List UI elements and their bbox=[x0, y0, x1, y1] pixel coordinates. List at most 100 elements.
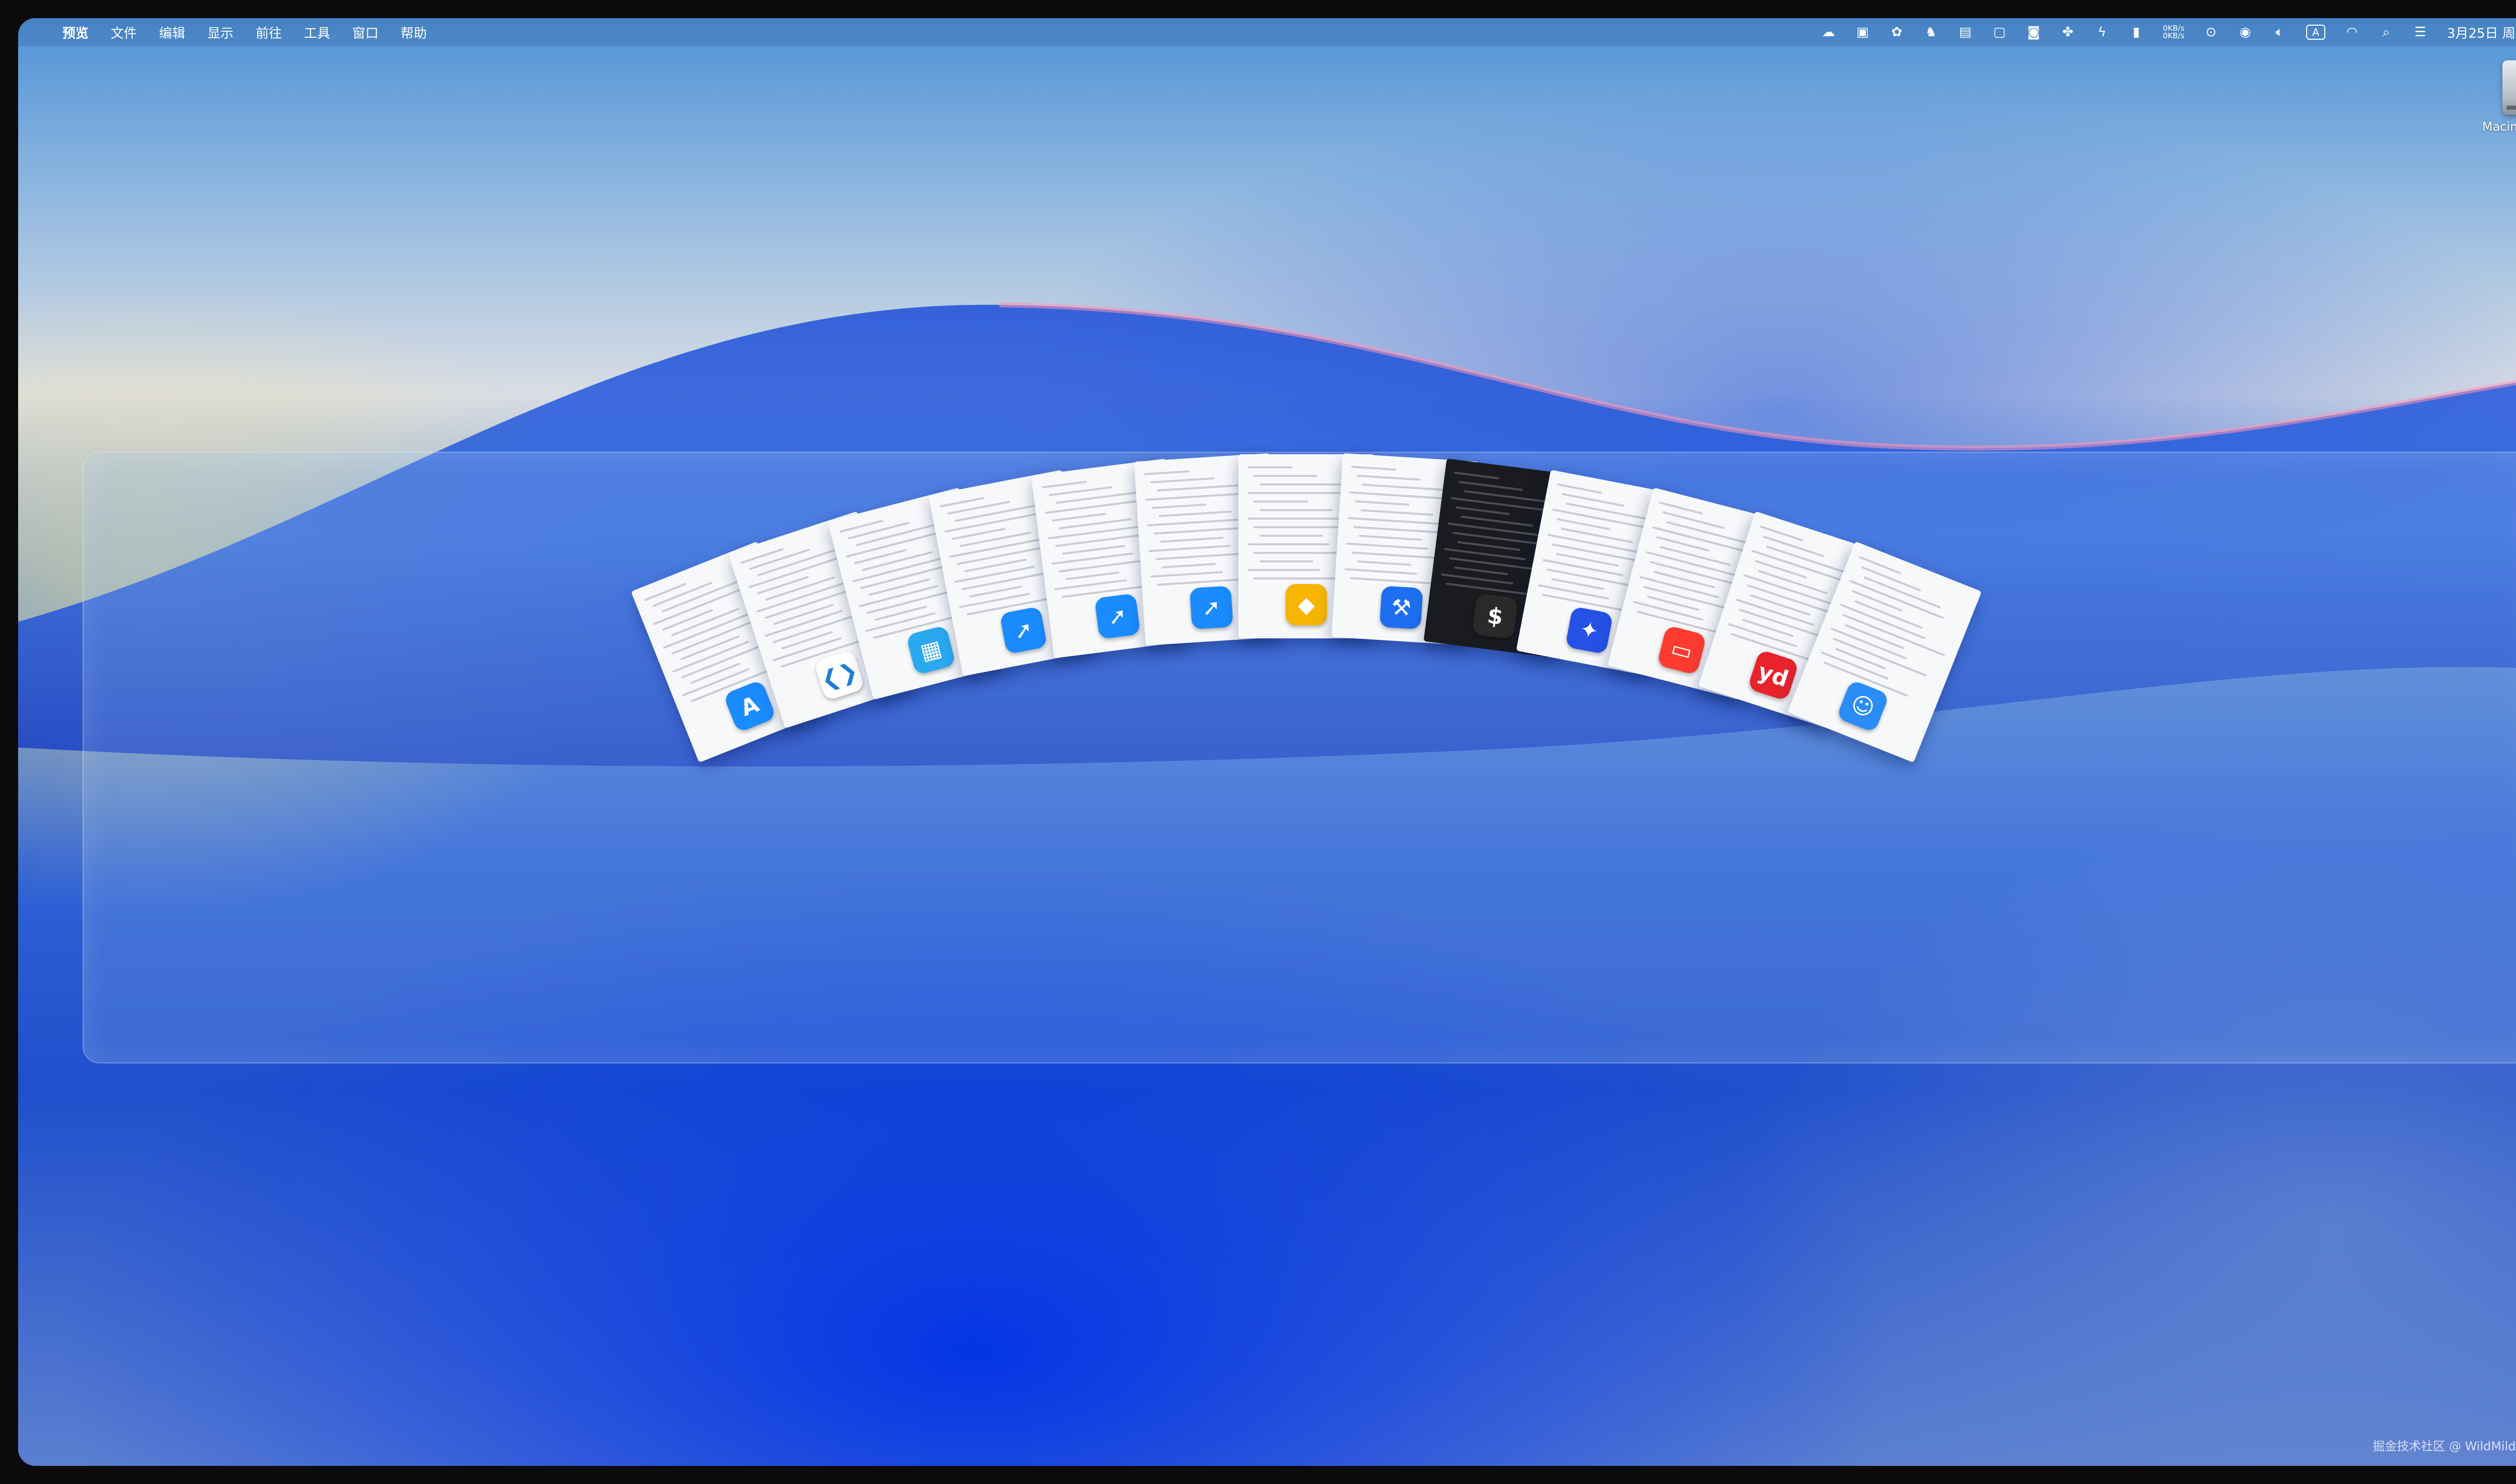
thumbnail-line bbox=[1247, 518, 1339, 520]
thumbnail-line bbox=[1247, 492, 1349, 494]
desktop: 预览 文件 编辑 显示 前往 工具 窗口 帮助 ☁ ▣ ✿ ♞ ▤ ▢ ◙ ✤ … bbox=[18, 18, 2516, 1466]
thumbnail-line bbox=[1253, 501, 1308, 503]
photo-icon[interactable]: ◙ bbox=[2026, 25, 2041, 40]
thumbnail-line bbox=[1157, 578, 1248, 586]
thumbnail-line bbox=[1839, 603, 1926, 639]
thumbnail-line bbox=[1152, 503, 1207, 509]
thumbnail-line bbox=[1145, 492, 1247, 501]
app-menu[interactable]: 预览 bbox=[62, 23, 89, 42]
thumbnail-line bbox=[954, 565, 1035, 583]
menu-view[interactable]: 显示 bbox=[207, 23, 233, 42]
thumbnail-line bbox=[1356, 474, 1421, 481]
desktop-icon-macintosh-hd[interactable]: Macintosh HD bbox=[2479, 60, 2516, 134]
thumbnail-line bbox=[781, 631, 833, 650]
thumbnail-line bbox=[1058, 518, 1132, 529]
safari-1-app-icon: ➚ bbox=[999, 606, 1048, 654]
safari-2-app-icon: ➚ bbox=[1094, 593, 1141, 639]
user-icon[interactable]: ◉ bbox=[2238, 25, 2253, 40]
thumbnail-line bbox=[1863, 576, 1941, 609]
menu-go[interactable]: 前往 bbox=[256, 23, 282, 42]
search-icon[interactable]: ⌕ bbox=[2379, 25, 2394, 40]
thumbnail-line bbox=[663, 613, 749, 649]
menu-bar-status: ☁ ▣ ✿ ♞ ▤ ▢ ◙ ✤ ϟ ▮ 0KB/s 0KB/s ⊙ ◉ 🔈︎ A… bbox=[1821, 23, 2516, 42]
thumbnail-line bbox=[1260, 509, 1332, 511]
menu-edit[interactable]: 编辑 bbox=[159, 23, 185, 42]
thumbnail-line bbox=[1054, 579, 1127, 590]
thumbnail-line bbox=[1565, 502, 1647, 520]
thumbnail-line bbox=[1149, 544, 1231, 552]
calendar-robot-icon[interactable]: ▣ bbox=[1855, 25, 1870, 40]
thumbnail-line bbox=[1253, 475, 1317, 477]
menu-window[interactable]: 窗口 bbox=[352, 23, 378, 42]
thumbnail-line bbox=[1349, 491, 1451, 500]
thumbnail-line bbox=[861, 551, 933, 571]
thumbnail-line bbox=[1446, 582, 1537, 596]
watermark: 掘金技术社区 @ WildMildNull无为 bbox=[2373, 1439, 2516, 1453]
gear-flower-icon[interactable]: ✿ bbox=[1889, 25, 1904, 40]
thumbnail-line bbox=[1260, 535, 1323, 537]
thumbnail-line bbox=[1051, 512, 1106, 522]
bolt-icon[interactable]: ϟ bbox=[2094, 25, 2109, 40]
wifi-icon[interactable]: ◠ bbox=[2344, 25, 2360, 40]
control-center-icon[interactable]: ☰ bbox=[2413, 25, 2428, 40]
thumbnail-line bbox=[955, 504, 1037, 522]
thumbnail-line bbox=[1351, 465, 1396, 471]
thumbnail-line bbox=[1355, 500, 1409, 506]
thumbnail-line bbox=[1260, 560, 1313, 562]
thumbnail-line bbox=[1247, 466, 1293, 468]
thumbnail-line bbox=[1041, 480, 1087, 488]
thumbnail-line bbox=[1754, 560, 1807, 579]
thumbnail-line bbox=[864, 612, 936, 632]
thumbnail-line bbox=[847, 521, 910, 540]
netspeed-down: 0KB/s bbox=[2163, 31, 2184, 40]
thumbnail-line bbox=[1357, 560, 1411, 566]
blue-app-app-icon: ✦ bbox=[1565, 606, 1614, 654]
menu-help[interactable]: 帮助 bbox=[401, 23, 427, 42]
thumbnail-line bbox=[1461, 515, 1534, 527]
thumbnail-line bbox=[1457, 540, 1521, 551]
terminal-app-icon: $ bbox=[1472, 593, 1519, 639]
thumbnail-line bbox=[757, 575, 810, 595]
thumbnail-line bbox=[1048, 485, 1112, 496]
grid-icon[interactable]: ✤ bbox=[2060, 25, 2075, 40]
volume-icon[interactable]: 🔈︎ bbox=[2272, 25, 2287, 40]
menu-file[interactable]: 文件 bbox=[111, 23, 137, 42]
thumbnail-line bbox=[1144, 470, 1190, 475]
menu-bar: 预览 文件 编辑 显示 前往 工具 窗口 帮助 ☁ ▣ ✿ ♞ ▤ ▢ ◙ ✤ … bbox=[18, 18, 2516, 46]
menu-tools[interactable]: 工具 bbox=[304, 23, 330, 42]
thumbnail-line bbox=[1147, 518, 1239, 527]
thumbnail-line bbox=[1660, 545, 1732, 566]
play-icon[interactable]: ⊙ bbox=[2204, 25, 2219, 40]
safari-3-app-icon: ➚ bbox=[1190, 586, 1234, 630]
thumbnail-line bbox=[1560, 527, 1633, 543]
thumbnail-line bbox=[1557, 483, 1602, 494]
thumbnail-line bbox=[1348, 517, 1440, 525]
thumbnail-line bbox=[1742, 618, 1794, 637]
thumbnail-line bbox=[1542, 558, 1624, 576]
battery-icon[interactable]: ▮ bbox=[2129, 25, 2144, 40]
thumbnail-line bbox=[1835, 647, 1886, 670]
cloud-icon[interactable]: ☁ bbox=[1821, 25, 1836, 40]
thumbnail-line bbox=[1858, 555, 1902, 574]
desktop-icon-label: Macintosh HD bbox=[2482, 120, 2516, 134]
thumbnail-line bbox=[1157, 484, 1240, 491]
thumbnail-line bbox=[959, 531, 1032, 547]
thumbnail-line bbox=[1062, 544, 1125, 555]
network-speed[interactable]: 0KB/s 0KB/s bbox=[2163, 25, 2184, 40]
thumbnail-line bbox=[1150, 571, 1223, 578]
layout-icon[interactable]: ▤ bbox=[1957, 25, 1973, 40]
cat-icon[interactable]: ♞ bbox=[1923, 25, 1938, 40]
display-bezel: 预览 文件 编辑 显示 前往 工具 窗口 帮助 ☁ ▣ ✿ ♞ ▤ ▢ ◙ ✤ … bbox=[0, 0, 2516, 1484]
input-method-badge[interactable]: A bbox=[2306, 25, 2325, 40]
thumbnail-line bbox=[1253, 578, 1345, 580]
thumbnail-line bbox=[868, 578, 930, 596]
xcode-app-icon: ⚒ bbox=[1379, 586, 1423, 630]
thumbnail-line bbox=[1441, 573, 1514, 585]
w-app-icon[interactable]: ▢ bbox=[1992, 25, 2007, 40]
thumbnail-line bbox=[1830, 627, 1907, 659]
thumbnail-line bbox=[1459, 480, 1523, 491]
thumbnail-line bbox=[949, 538, 1040, 558]
thumbnail-line bbox=[740, 548, 784, 564]
menu-bar-clock[interactable]: 3月25日 周三 14:41 bbox=[2447, 23, 2516, 42]
thumbnail-line bbox=[748, 555, 845, 589]
